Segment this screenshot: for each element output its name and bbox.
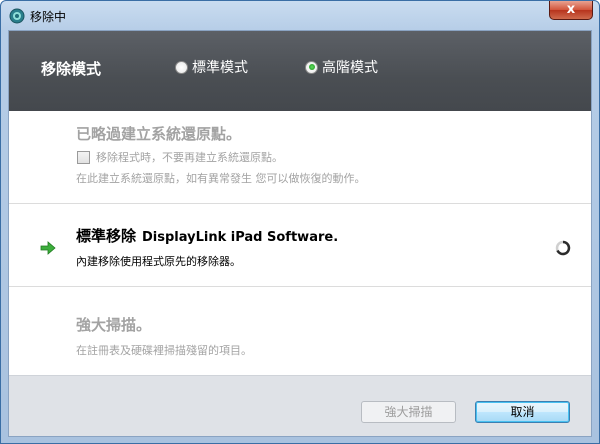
scan-description: 在註冊表及硬碟裡掃描殘留的項目。 [76,344,252,357]
restore-description: 在此建立系統還原點，如有異常發生 您可以做恢復的動作。 [76,172,366,185]
radio-advanced-dot[interactable] [305,60,318,74]
cancel-button[interactable]: 取消 [475,401,570,423]
radio-advanced-label: 高階模式 [322,60,378,76]
standard-title-line: 標準移除 DisplayLink iPad Software. [76,225,338,246]
mode-label: 移除模式 [41,60,102,78]
restore-title: 已略過建立系統還原點。 [76,125,242,143]
close-button[interactable]: x [549,1,593,20]
deep-scan-section: 強大掃描。 在註冊表及硬碟裡掃描殘留的項目。 [9,287,591,375]
skip-restore-checkbox[interactable] [77,151,90,164]
app-icon [9,8,25,24]
radio-standard-mode[interactable]: 標準模式 [175,57,248,77]
uninstall-window: 移除中 x 移除模式 標準模式 高階模式 已略過建立系統還原點。 移除程式時，不… [0,0,600,444]
restore-point-section: 已略過建立系統還原點。 移除程式時，不要再建立系統還原點。 在此建立系統還原點，… [9,111,591,204]
radio-advanced-mode[interactable]: 高階模式 [305,57,378,77]
standard-description: 內建移除使用程式原先的移除器。 [76,255,241,268]
arrow-right-icon [40,241,56,255]
button-bar: 強大掃描 取消 [9,375,591,436]
client-area: 移除模式 標準模式 高階模式 已略過建立系統還原點。 移除程式時，不要再建立系統… [8,30,592,437]
title-bar[interactable]: 移除中 x [1,1,599,29]
scan-title: 強大掃描。 [76,316,152,334]
deep-scan-button[interactable]: 強大掃描 [361,401,456,423]
window-title: 移除中 [30,10,67,24]
standard-uninstall-section: 標準移除 DisplayLink iPad Software. 內建移除使用程式原… [9,204,591,287]
loading-spinner-icon [555,240,571,256]
radio-standard-dot[interactable] [175,60,188,74]
mode-header: 移除模式 標準模式 高階模式 [9,31,591,111]
radio-standard-label: 標準模式 [192,60,248,76]
skip-restore-label: 移除程式時，不要再建立系統還原點。 [96,151,283,164]
target-app-name: DisplayLink iPad Software. [142,230,339,245]
standard-title: 標準移除 [76,227,137,245]
